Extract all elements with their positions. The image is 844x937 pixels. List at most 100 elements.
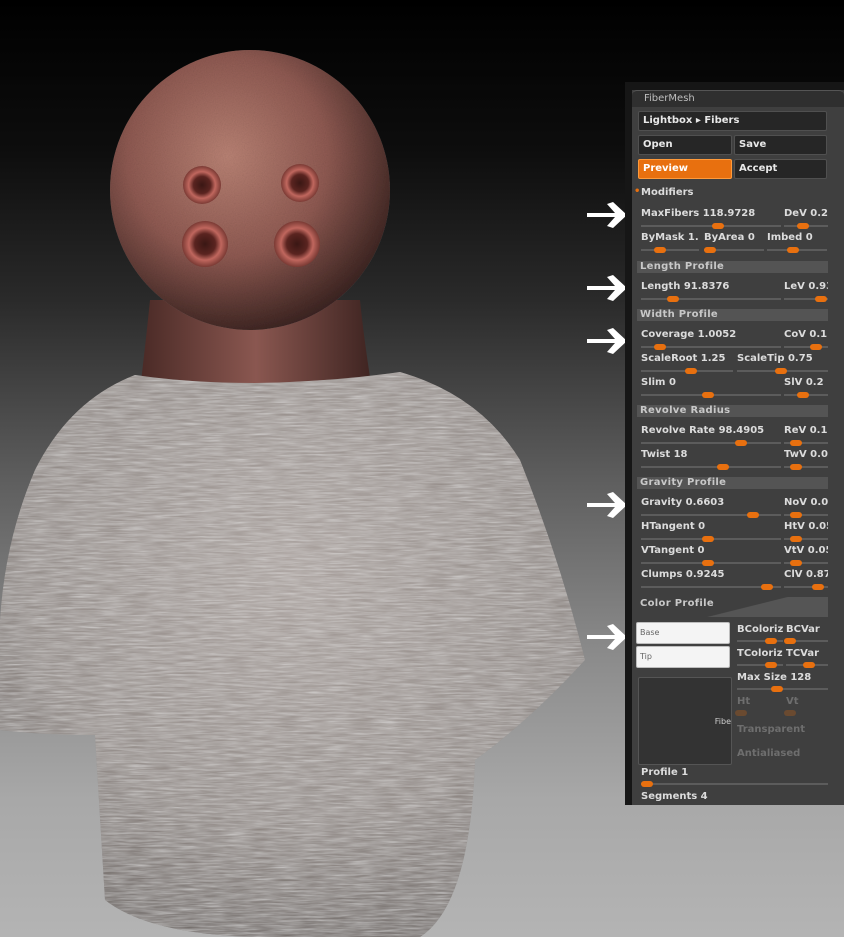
clumps-knob[interactable] (761, 584, 773, 590)
twist-label: Twist 18 (641, 449, 688, 460)
clumps-label: Clumps 0.9245 (641, 569, 725, 580)
htangent-knob[interactable] (702, 536, 714, 542)
arrow-color (587, 624, 627, 650)
rev-knob[interactable] (790, 440, 802, 446)
twist-knob[interactable] (717, 464, 729, 470)
profile-slider[interactable] (641, 783, 828, 785)
slim-knob[interactable] (702, 392, 714, 398)
fiber-preview: Fibe (638, 677, 732, 765)
max-size-label: Max Size 128 (737, 672, 812, 683)
coverage-knob[interactable] (654, 344, 666, 350)
byarea-label: ByArea 0 (704, 232, 755, 243)
slv-label: SlV 0.2 (784, 377, 824, 388)
dev-knob[interactable] (797, 223, 809, 229)
revolve-rate-label: Revolve Rate 98.4905 (641, 425, 765, 436)
slv-knob[interactable] (797, 392, 809, 398)
bymask-knob[interactable] (654, 247, 666, 253)
vtv-knob[interactable] (790, 560, 802, 566)
vt-knob[interactable] (784, 710, 796, 716)
byarea-knob[interactable] (704, 247, 716, 253)
scaletip-knob[interactable] (775, 368, 787, 374)
clv-label: ClV 0.87 (784, 569, 828, 580)
bcvar-knob[interactable] (784, 638, 796, 644)
fibermesh-panel: FiberMesh Lightbox ▸ Fibers Open Save Pr… (625, 82, 844, 805)
fibermesh-panel-body: FiberMesh Lightbox ▸ Fibers Open Save Pr… (632, 90, 844, 805)
arrow-gravity (587, 492, 627, 518)
twist-slider[interactable] (641, 466, 781, 468)
imbed-knob[interactable] (787, 247, 799, 253)
lev-label: LeV 0.93 (784, 281, 828, 292)
fur-body (0, 372, 585, 937)
htv-knob[interactable] (790, 536, 802, 542)
transparent-toggle[interactable]: Transparent (737, 724, 828, 736)
bymask-slider[interactable] (641, 249, 699, 251)
maxfibers-slider[interactable] (641, 225, 781, 227)
ht-knob[interactable] (735, 710, 747, 716)
width-profile-header[interactable]: Width Profile (637, 309, 828, 321)
open-button[interactable]: Open (638, 135, 732, 155)
color-profile-header[interactable]: Color Profile (637, 597, 828, 617)
tcolorize-knob[interactable] (765, 662, 777, 668)
color-profile-label: Color Profile (640, 598, 714, 609)
slim-label: Slim 0 (641, 377, 676, 388)
bcolorize-knob[interactable] (765, 638, 777, 644)
max-size-knob[interactable] (771, 686, 783, 692)
segments-label: Segments 4 (641, 791, 708, 802)
vtangent-knob[interactable] (702, 560, 714, 566)
rev-label: ReV 0.1 (784, 425, 828, 436)
nov-label: NoV 0.0 (784, 497, 828, 508)
scaleroot-knob[interactable] (685, 368, 697, 374)
modifiers-label[interactable]: Modifiers (641, 187, 694, 199)
bcvar-label: BCVar (786, 624, 820, 635)
nov-knob[interactable] (790, 512, 802, 518)
base-color-field[interactable]: Base (636, 622, 730, 644)
lev-knob[interactable] (815, 296, 827, 302)
twv-label: TwV 0.0 (784, 449, 828, 460)
vtangent-label: VTangent 0 (641, 545, 705, 556)
panel-title[interactable]: FiberMesh (632, 90, 844, 107)
lightbox-fibers-button[interactable]: Lightbox ▸ Fibers (638, 111, 827, 131)
length-slider[interactable] (641, 298, 781, 300)
render-viewport (0, 50, 585, 937)
imbed-label: Imbed 0 (767, 232, 813, 243)
revolve-radius-header[interactable]: Revolve Radius (637, 405, 828, 417)
arrow-coverage (587, 328, 627, 354)
maxfibers-knob[interactable] (712, 223, 724, 229)
length-label: Length 91.8376 (641, 281, 730, 292)
bymask-label: ByMask 1.( (641, 232, 699, 243)
arrow-maxfibers (587, 202, 627, 228)
tcolorize-label: TColoriz (737, 648, 783, 659)
clumps-slider[interactable] (641, 586, 781, 588)
gravity-knob[interactable] (747, 512, 759, 518)
save-button[interactable]: Save (734, 135, 827, 155)
vt-label: Vt (786, 696, 799, 707)
gravity-profile-header[interactable]: Gravity Profile (637, 477, 828, 489)
length-knob[interactable] (667, 296, 679, 302)
tip-color-field[interactable]: Tip (636, 646, 730, 668)
ht-label: Ht (737, 696, 751, 707)
cov-label: CoV 0.1 (784, 329, 828, 340)
accept-button[interactable]: Accept (734, 159, 827, 179)
tcvar-knob[interactable] (803, 662, 815, 668)
scaleroot-label: ScaleRoot 1.25 (641, 353, 726, 364)
twv-knob[interactable] (790, 464, 802, 470)
revolve-rate-slider[interactable] (641, 442, 781, 444)
maxfibers-label: MaxFibers 118.9728 (641, 208, 756, 219)
length-profile-header[interactable]: Length Profile (637, 261, 828, 273)
antialiased-toggle[interactable]: Antialiased (737, 748, 828, 760)
bullet-icon: • (634, 186, 641, 197)
revolve-rate-knob[interactable] (735, 440, 747, 446)
dev-label: DeV 0.2 (784, 208, 828, 219)
gravity-slider[interactable] (641, 514, 781, 516)
vtv-label: VtV 0.05 (784, 545, 828, 556)
arrow-length (587, 275, 627, 301)
clv-knob[interactable] (812, 584, 824, 590)
gravity-label: Gravity 0.6603 (641, 497, 725, 508)
coverage-label: Coverage 1.0052 (641, 329, 737, 340)
preview-button[interactable]: Preview (638, 159, 732, 179)
fiber-preview-label: Fibe (714, 717, 731, 726)
htv-label: HtV 0.05 (784, 521, 828, 532)
htangent-label: HTangent 0 (641, 521, 706, 532)
profile-knob[interactable] (641, 781, 653, 787)
cov-knob[interactable] (810, 344, 822, 350)
